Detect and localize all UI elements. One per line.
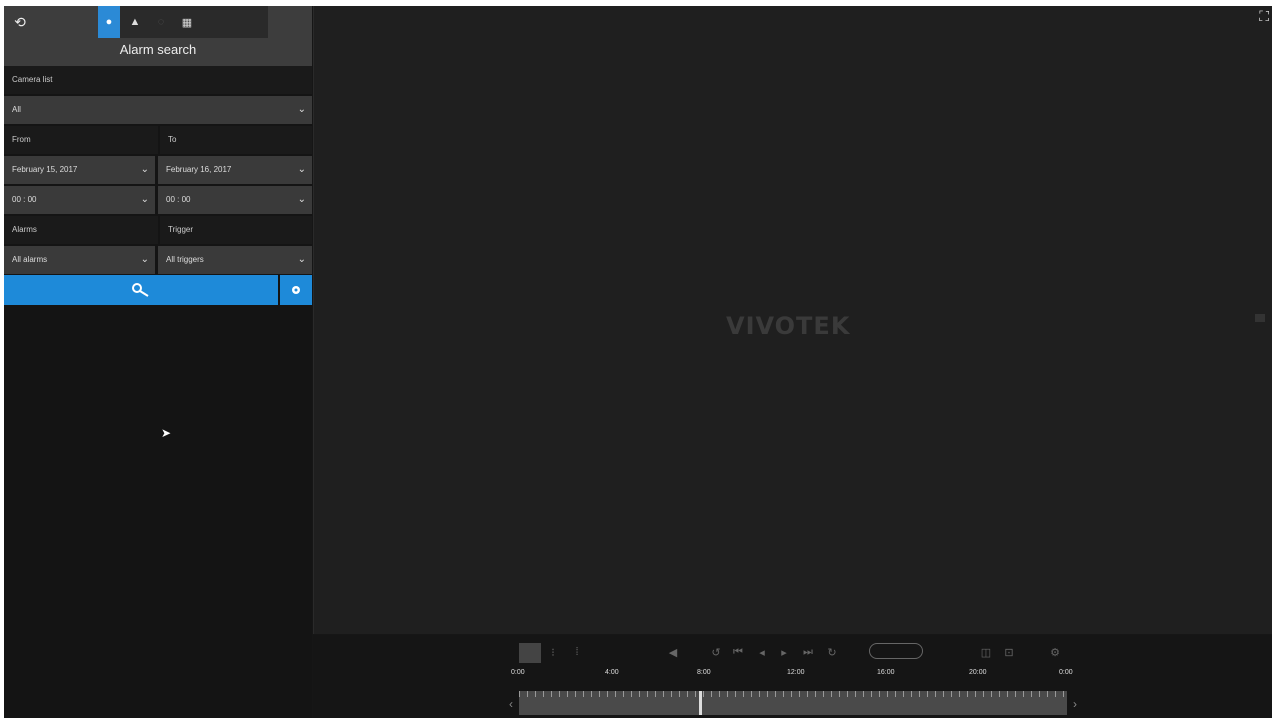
from-time-value: 00 : 00 <box>12 195 37 204</box>
trigger-label: Trigger <box>160 216 312 244</box>
previous-icon[interactable]: ⏮ <box>731 643 745 661</box>
reverse-play-icon[interactable]: ↺ <box>709 643 723 661</box>
timeline-tick: 12:00 <box>787 669 805 676</box>
timeline-tick: 0:00 <box>1059 669 1073 676</box>
speed-slider[interactable] <box>869 643 923 659</box>
camera-select-value: All <box>12 105 21 114</box>
to-time-select[interactable]: 00 : 00 ⌄ <box>158 186 312 214</box>
trigger-select[interactable]: All triggers ⌄ <box>158 246 312 274</box>
loop-icon[interactable]: ↻ <box>825 643 839 661</box>
clock-icon: ● <box>105 16 113 28</box>
from-date-select[interactable]: February 15, 2017 ⌄ <box>4 156 155 184</box>
to-date-select[interactable]: February 16, 2017 ⌄ <box>158 156 312 184</box>
timeline-cursor[interactable] <box>699 691 702 715</box>
trigger-value: All triggers <box>166 255 204 264</box>
page-title: Alarm search <box>119 42 197 57</box>
play-icon[interactable]: ▸ <box>777 643 791 661</box>
chevron-down-icon: ⌄ <box>140 194 149 205</box>
from-date-value: February 15, 2017 <box>12 165 78 174</box>
chevron-down-icon: ⌄ <box>297 194 306 205</box>
vivotek-logo: VIVOTEK <box>726 312 851 340</box>
chevron-down-icon: ⌄ <box>140 164 149 175</box>
timeline-tick: 20:00 <box>969 669 987 676</box>
left-panel: ⟲ ● ▲ ◌ ▦ Alarm search Camera list All ⌄… <box>4 6 312 718</box>
layout-quad-icon[interactable]: ⁞ <box>571 643 583 661</box>
snapshot-icon[interactable] <box>1255 314 1265 322</box>
alarms-label: Alarms <box>4 216 158 244</box>
search-button[interactable] <box>4 275 278 305</box>
alarm-icon: ▲ <box>129 16 141 28</box>
tab-alarm[interactable]: ▲ <box>124 6 146 38</box>
camera-list-label: Camera list <box>4 66 312 94</box>
timeline-tick: 16:00 <box>877 669 895 676</box>
tab-event[interactable]: ◌ <box>150 6 172 38</box>
timeline-ticks <box>519 691 1067 697</box>
layout-split-icon[interactable]: ⁝ <box>547 643 559 661</box>
digital-zoom-icon[interactable]: ◫ <box>977 643 995 661</box>
chevron-down-icon: ⌄ <box>140 254 149 265</box>
chevron-down-icon: ⌄ <box>297 254 306 265</box>
to-time-value: 00 : 00 <box>166 195 191 204</box>
grid-icon: ▦ <box>181 16 193 29</box>
timeline-tick: 4:00 <box>605 669 619 676</box>
chevron-down-icon: ⌄ <box>297 164 306 175</box>
playback-controls: ⁝ ⁞ ◀ ↺ ⏮ ◂ ▸ ⏭ ↻ ◫ ⊡ ⚙ 0:00 4:00 8:00 1… <box>313 635 1272 718</box>
timeline-left-arrow-icon[interactable]: ‹ <box>509 697 513 711</box>
step-back-icon[interactable]: ◂ <box>755 643 769 661</box>
layout-single-icon[interactable] <box>519 643 541 663</box>
next-icon[interactable]: ⏭ <box>801 643 815 661</box>
alarms-value: All alarms <box>12 255 48 264</box>
to-date-value: February 16, 2017 <box>166 165 232 174</box>
export-icon[interactable]: ⊡ <box>1001 643 1017 661</box>
alarms-select[interactable]: All alarms ⌄ <box>4 246 155 274</box>
volume-icon[interactable]: ◀ <box>665 643 681 661</box>
fullscreen-icon[interactable]: ⛶ <box>1259 8 1269 25</box>
video-view[interactable]: VIVOTEK ⛶ <box>313 6 1272 634</box>
settings-icon[interactable]: ⚙ <box>1047 643 1063 661</box>
back-icon[interactable]: ⟲ <box>10 12 30 32</box>
tab-grid[interactable]: ▦ <box>176 6 198 38</box>
timeline-bar[interactable] <box>519 691 1067 715</box>
timeline-tick: 8:00 <box>697 669 711 676</box>
from-time-select[interactable]: 00 : 00 ⌄ <box>4 186 155 214</box>
timeline-right-arrow-icon[interactable]: › <box>1073 697 1077 711</box>
camera-select[interactable]: All ⌄ <box>4 96 312 124</box>
gear-icon <box>292 286 300 294</box>
event-icon: ◌ <box>157 16 165 28</box>
tab-playback[interactable]: ● <box>98 6 120 38</box>
chevron-down-icon: ⌄ <box>297 104 306 115</box>
from-label: From <box>4 126 158 154</box>
advanced-settings-button[interactable] <box>280 275 312 305</box>
to-label: To <box>160 126 312 154</box>
top-bar: ⟲ ● ▲ ◌ ▦ Alarm search <box>4 6 312 66</box>
app-window: ⟲ ● ▲ ◌ ▦ Alarm search Camera list All ⌄… <box>4 6 1272 718</box>
mouse-pointer-icon: ➤ <box>161 426 172 440</box>
search-icon <box>132 283 149 297</box>
timeline-tick: 0:00 <box>511 669 525 676</box>
mode-tabs: ● ▲ ◌ ▦ <box>98 6 268 38</box>
